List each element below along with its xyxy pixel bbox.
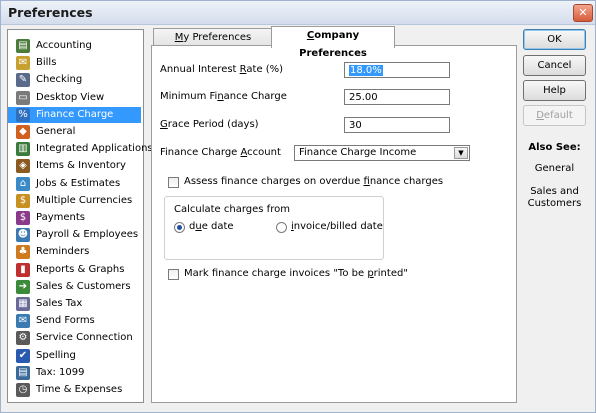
mark-to-be-printed-label: Mark finance charge invoices "To be prin… xyxy=(184,268,408,279)
sidebar-item-items-inventory[interactable]: ◈ Items & Inventory xyxy=(8,158,141,174)
sidebar-item-label: Checking xyxy=(36,74,83,86)
sidebar-item-label: Send Forms xyxy=(36,315,95,327)
sidebar-item-payroll-employees[interactable]: ☻ Payroll & Employees xyxy=(8,227,141,243)
reminders-icon: ♣ xyxy=(16,245,30,260)
due-date-radio[interactable] xyxy=(174,222,185,233)
sidebar-item-bills[interactable]: ✉ Bills xyxy=(8,55,141,71)
sidebar-item-reminders[interactable]: ♣ Reminders xyxy=(8,244,141,260)
preferences-category-list[interactable]: ▤ Accounting ✉ Bills ✎ Checking ▭ Desktop View%… xyxy=(7,29,153,403)
sidebar-item-payments[interactable]: $ Payments xyxy=(8,210,141,226)
reports-graphs-icon: ▮ xyxy=(16,262,30,277)
grace-period-input[interactable]: 30 xyxy=(344,117,450,133)
time-expenses-icon: ◷ xyxy=(16,383,30,397)
sidebar-item-label: Desktop View xyxy=(36,91,105,103)
dialog-body: ▤ Accounting ✉ Bills ✎ Checking ▭ Desktop View%… xyxy=(1,25,595,412)
send-forms-icon: ✉ xyxy=(16,314,30,329)
sidebar-item-finance-charge[interactable]: % Finance Charge xyxy=(8,106,141,123)
sidebar-item-label: Items & Inventory xyxy=(36,160,126,172)
chevron-down-icon[interactable]: ▼ xyxy=(454,147,468,159)
accounting-icon: ▤ xyxy=(16,39,30,53)
sidebar-item-label: Bills xyxy=(36,57,57,69)
invoice-billed-date-radio[interactable] xyxy=(276,222,287,233)
mark-to-be-printed-checkbox[interactable] xyxy=(168,269,179,280)
assess-overdue-checkbox[interactable] xyxy=(168,177,179,188)
sidebar-item-label: Service Connection xyxy=(36,332,133,344)
sidebar-item-reports-graphs[interactable]: ▮ Reports & Graphs xyxy=(8,262,141,278)
bills-icon: ✉ xyxy=(16,56,30,71)
assess-overdue-label: Assess finance charges on overdue financ… xyxy=(184,176,444,187)
sidebar-item-label: Integrated Applications xyxy=(36,143,153,155)
also-see-sales-customers-link[interactable]: Sales and Customers xyxy=(523,186,586,210)
sidebar-item-checking[interactable]: ✎ Checking xyxy=(8,72,141,88)
sidebar-item-label: Payroll & Employees xyxy=(36,229,139,241)
sidebar-item-time-expenses[interactable]: ◷ Time & Expenses xyxy=(8,382,141,398)
tab-company-preferences[interactable]: Company Preferences xyxy=(271,26,395,59)
sidebar-item-label: Payments xyxy=(36,212,85,223)
title-bar[interactable]: Preferences ✕ xyxy=(1,1,595,25)
sidebar-item-accounting[interactable]: ▤ Accounting xyxy=(8,38,141,54)
default-button: Default xyxy=(523,105,586,126)
sidebar-item-jobs-estimates[interactable]: ⌂ Jobs & Estimates xyxy=(8,176,141,192)
sidebar-item-label: Reports & Graphs xyxy=(36,263,125,275)
service-connection-icon: ⚙ xyxy=(16,331,30,346)
tab-my-preferences-label: y Preferences xyxy=(183,32,252,43)
sidebar-item-general[interactable]: ◆ General xyxy=(8,124,141,140)
sidebar-item-label: Time & Expenses xyxy=(36,384,123,395)
minimum-finance-charge-input[interactable]: 25.00 xyxy=(344,89,450,105)
sidebar-item-desktop-view[interactable]: ▭ Desktop View xyxy=(8,90,141,106)
sidebar-item-label: Multiple Currencies xyxy=(36,194,133,206)
items-inventory-icon: ◈ xyxy=(16,159,30,174)
minimum-finance-charge-label: Minimum Finance Charge xyxy=(160,91,287,102)
also-see-heading: Also See: xyxy=(528,142,581,153)
sales-customers-icon: ➔ xyxy=(16,279,30,294)
invoice-billed-date-label: invoice/billed date xyxy=(291,221,383,232)
sidebar-item-sales-tax[interactable]: ▦ Sales Tax xyxy=(8,296,141,312)
help-button[interactable]: Help xyxy=(523,80,586,101)
payments-icon: $ xyxy=(16,211,30,225)
sidebar-item-integrated-applications[interactable]: ▥ Integrated Applications xyxy=(8,141,153,157)
annual-interest-rate-label: Annual Interest Rate (%) xyxy=(160,64,284,75)
spelling-icon: ✔ xyxy=(16,348,30,363)
general-icon: ◆ xyxy=(16,125,30,139)
preferences-window: Preferences ✕ ▤ Accounting ✉ Bills ✎ Checking… xyxy=(0,0,596,413)
jobs-estimates-icon: ⌂ xyxy=(16,176,30,191)
sidebar-item-label: Sales & Customers xyxy=(36,280,131,292)
sidebar-item-sales-customers[interactable]: ➔ Sales & Customers xyxy=(8,279,141,295)
sidebar-item-tax-1099[interactable]: ▤ Tax: 1099 xyxy=(8,365,141,381)
annual-interest-rate-input[interactable]: 18.0% xyxy=(344,62,450,78)
finance-charge-account-label: Finance Charge Account xyxy=(160,147,281,158)
cancel-button[interactable]: Cancel xyxy=(523,55,586,76)
sidebar-item-label: Tax: 1099 xyxy=(36,366,85,378)
sidebar-item-label: Reminders xyxy=(36,246,90,258)
due-date-label: due date xyxy=(189,221,234,232)
multiple-currencies-icon: $ xyxy=(16,193,30,208)
grace-period-label: Grace Period (days) xyxy=(160,119,259,130)
calculate-charges-label: Calculate charges from xyxy=(174,204,290,215)
sidebar-item-multiple-currencies[interactable]: $ Multiple Currencies xyxy=(8,193,141,209)
sidebar-item-service-connection[interactable]: ⚙ Service Connection xyxy=(8,330,141,346)
integrated-applications-icon: ▥ xyxy=(16,142,30,157)
sidebar-item-label: General xyxy=(36,126,76,137)
close-icon[interactable]: ✕ xyxy=(573,4,593,22)
sidebar-item-label: Accounting xyxy=(36,40,92,51)
payroll-employees-icon: ☻ xyxy=(16,228,30,243)
finance-charge-account-select[interactable]: Finance Charge Income ▼ xyxy=(294,145,470,161)
sidebar-item-label: Finance Charge xyxy=(36,108,114,120)
sidebar-item-send-forms[interactable]: ✉ Send Forms xyxy=(8,313,141,329)
sidebar-item-label: Spelling xyxy=(36,349,76,361)
sales-tax-icon: ▦ xyxy=(16,297,30,311)
finance-charge-icon: % xyxy=(16,107,30,122)
sidebar-item-label: Sales Tax xyxy=(36,298,83,309)
tax-1099-icon: ▤ xyxy=(16,365,30,380)
checking-icon: ✎ xyxy=(16,73,30,88)
sidebar-item-label: Jobs & Estimates xyxy=(36,177,121,189)
also-see-general-link[interactable]: General xyxy=(523,163,586,174)
company-preferences-panel: Annual Interest Rate (%) 18.0% Minimum F… xyxy=(151,45,517,403)
desktop-view-icon: ▭ xyxy=(16,90,30,105)
window-title: Preferences xyxy=(8,5,93,20)
sidebar-item-spelling[interactable]: ✔ Spelling xyxy=(8,348,141,364)
finance-charge-account-value: Finance Charge Income xyxy=(299,147,417,158)
ok-button[interactable]: OK xyxy=(523,29,586,50)
